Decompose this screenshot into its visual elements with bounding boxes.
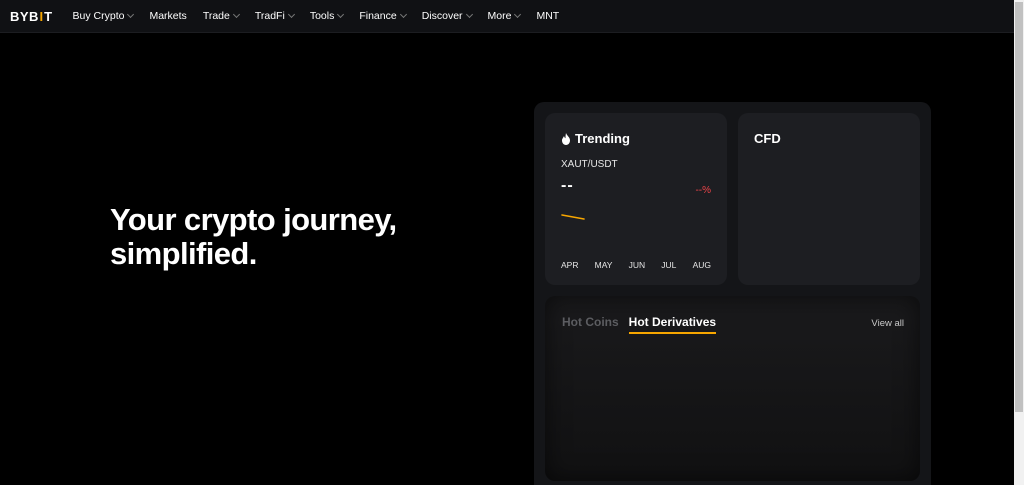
market-panel: Trending XAUT/USDT -- --% APR MAY JUN JU… [534,102,931,485]
month-axis: APR MAY JUN JUL AUG [561,260,711,270]
tab-hot-coins[interactable]: Hot Coins [562,315,619,334]
chevron-down-icon [337,10,345,19]
chevron-down-icon [399,10,407,19]
month-label: JUL [661,260,677,270]
nav-mnt[interactable]: MNT [536,10,559,22]
month-label: JUN [628,260,646,270]
scrollbar-thumb[interactable] [1015,2,1023,412]
chevron-down-icon [232,10,240,19]
chevron-down-icon [465,10,473,19]
trending-card[interactable]: Trending XAUT/USDT -- --% APR MAY JUN JU… [545,113,727,285]
trending-title: Trending [561,131,630,146]
view-all-link[interactable]: View all [871,318,904,329]
month-label: APR [561,260,579,270]
trending-pair: XAUT/USDT [561,159,618,170]
trending-change: --% [695,185,711,196]
nav-discover[interactable]: Discover [422,10,473,22]
hero-line-2: simplified. [110,236,257,271]
hero-line-1: Your crypto journey, [110,202,397,237]
nav-tradfi[interactable]: TradFi [255,10,295,22]
nav-markets[interactable]: Markets [149,10,186,22]
month-label: MAY [594,260,613,270]
cfd-title: CFD [754,131,781,146]
hot-list-card: Hot Coins Hot Derivatives View all [545,296,920,481]
cfd-card[interactable]: CFD [738,113,920,285]
nav-trade[interactable]: Trade [203,10,240,22]
hot-tabs: Hot Coins Hot Derivatives [562,315,726,334]
nav-buy-crypto[interactable]: Buy Crypto [73,10,135,22]
top-navigation-bar: BYB I T Buy Crypto Markets Trade TradFi To… [0,0,1014,33]
chevron-down-icon [287,10,295,19]
trending-price: -- [561,177,574,194]
bybit-logo[interactable]: BYB I T [10,9,53,24]
nav-finance[interactable]: Finance [359,10,407,22]
main-nav: Buy Crypto Markets Trade TradFi Tools Fi… [73,10,576,22]
fire-icon [561,132,571,145]
tab-hot-derivatives[interactable]: Hot Derivatives [628,315,717,334]
hero-headline: Your crypto journey, simplified. [110,203,470,271]
trending-sparkline [561,214,585,220]
month-label: AUG [692,260,711,270]
page-scrollbar[interactable] [1014,0,1024,485]
chevron-down-icon [514,10,522,19]
chevron-down-icon [127,10,135,19]
nav-more[interactable]: More [488,10,522,22]
nav-tools[interactable]: Tools [310,10,345,22]
